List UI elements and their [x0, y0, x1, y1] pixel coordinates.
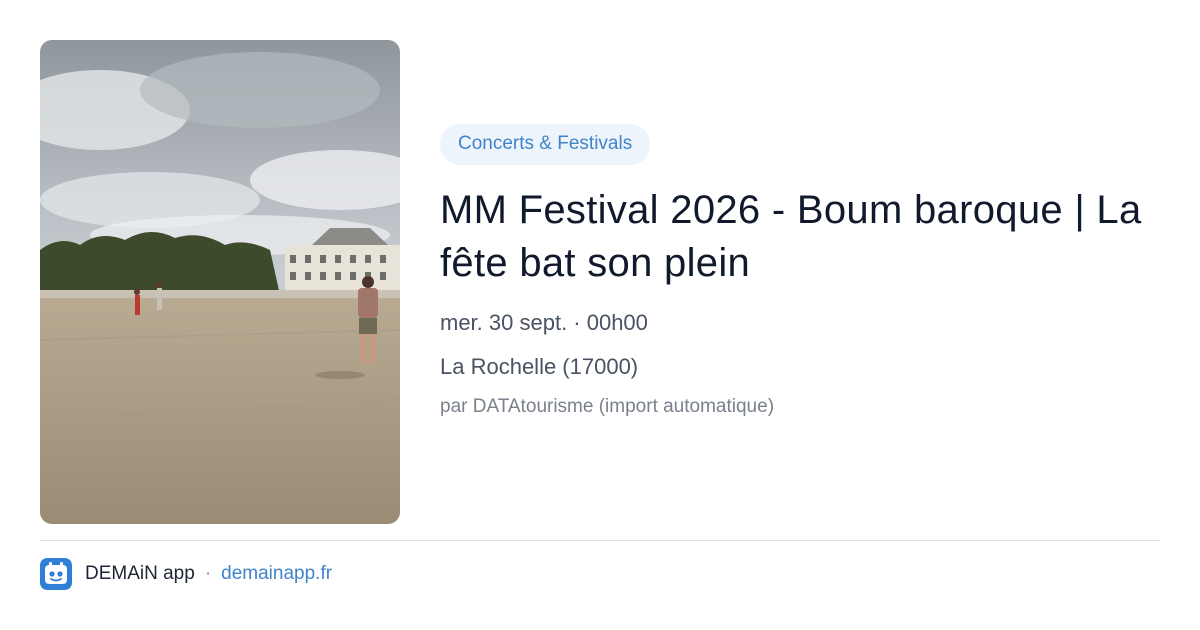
category-badge[interactable]: Concerts & Festivals — [440, 124, 651, 165]
event-card[interactable]: Concerts & Festivals MM Festival 2026 - … — [0, 0, 1200, 630]
event-title[interactable]: MM Festival 2026 - Boum baroque | La fêt… — [440, 184, 1160, 290]
event-datetime: mer. 30 sept. · 00h00 — [440, 310, 648, 335]
event-source: par DATAtourisme (import automatique) — [440, 396, 775, 417]
app-url-link[interactable]: demainapp.fr — [221, 563, 332, 585]
event-location: La Rochelle (17000) — [440, 354, 639, 379]
demain-app-logo-icon[interactable] — [40, 558, 72, 590]
event-photo — [40, 40, 400, 524]
footer: DEMAiN app · demainapp.fr — [40, 558, 332, 590]
footer-separator: · — [204, 563, 212, 584]
app-name: DEMAiN app — [85, 563, 195, 584]
footer-divider — [40, 540, 1160, 541]
event-details: Concerts & Festivals MM Festival 2026 - … — [440, 124, 1160, 420]
